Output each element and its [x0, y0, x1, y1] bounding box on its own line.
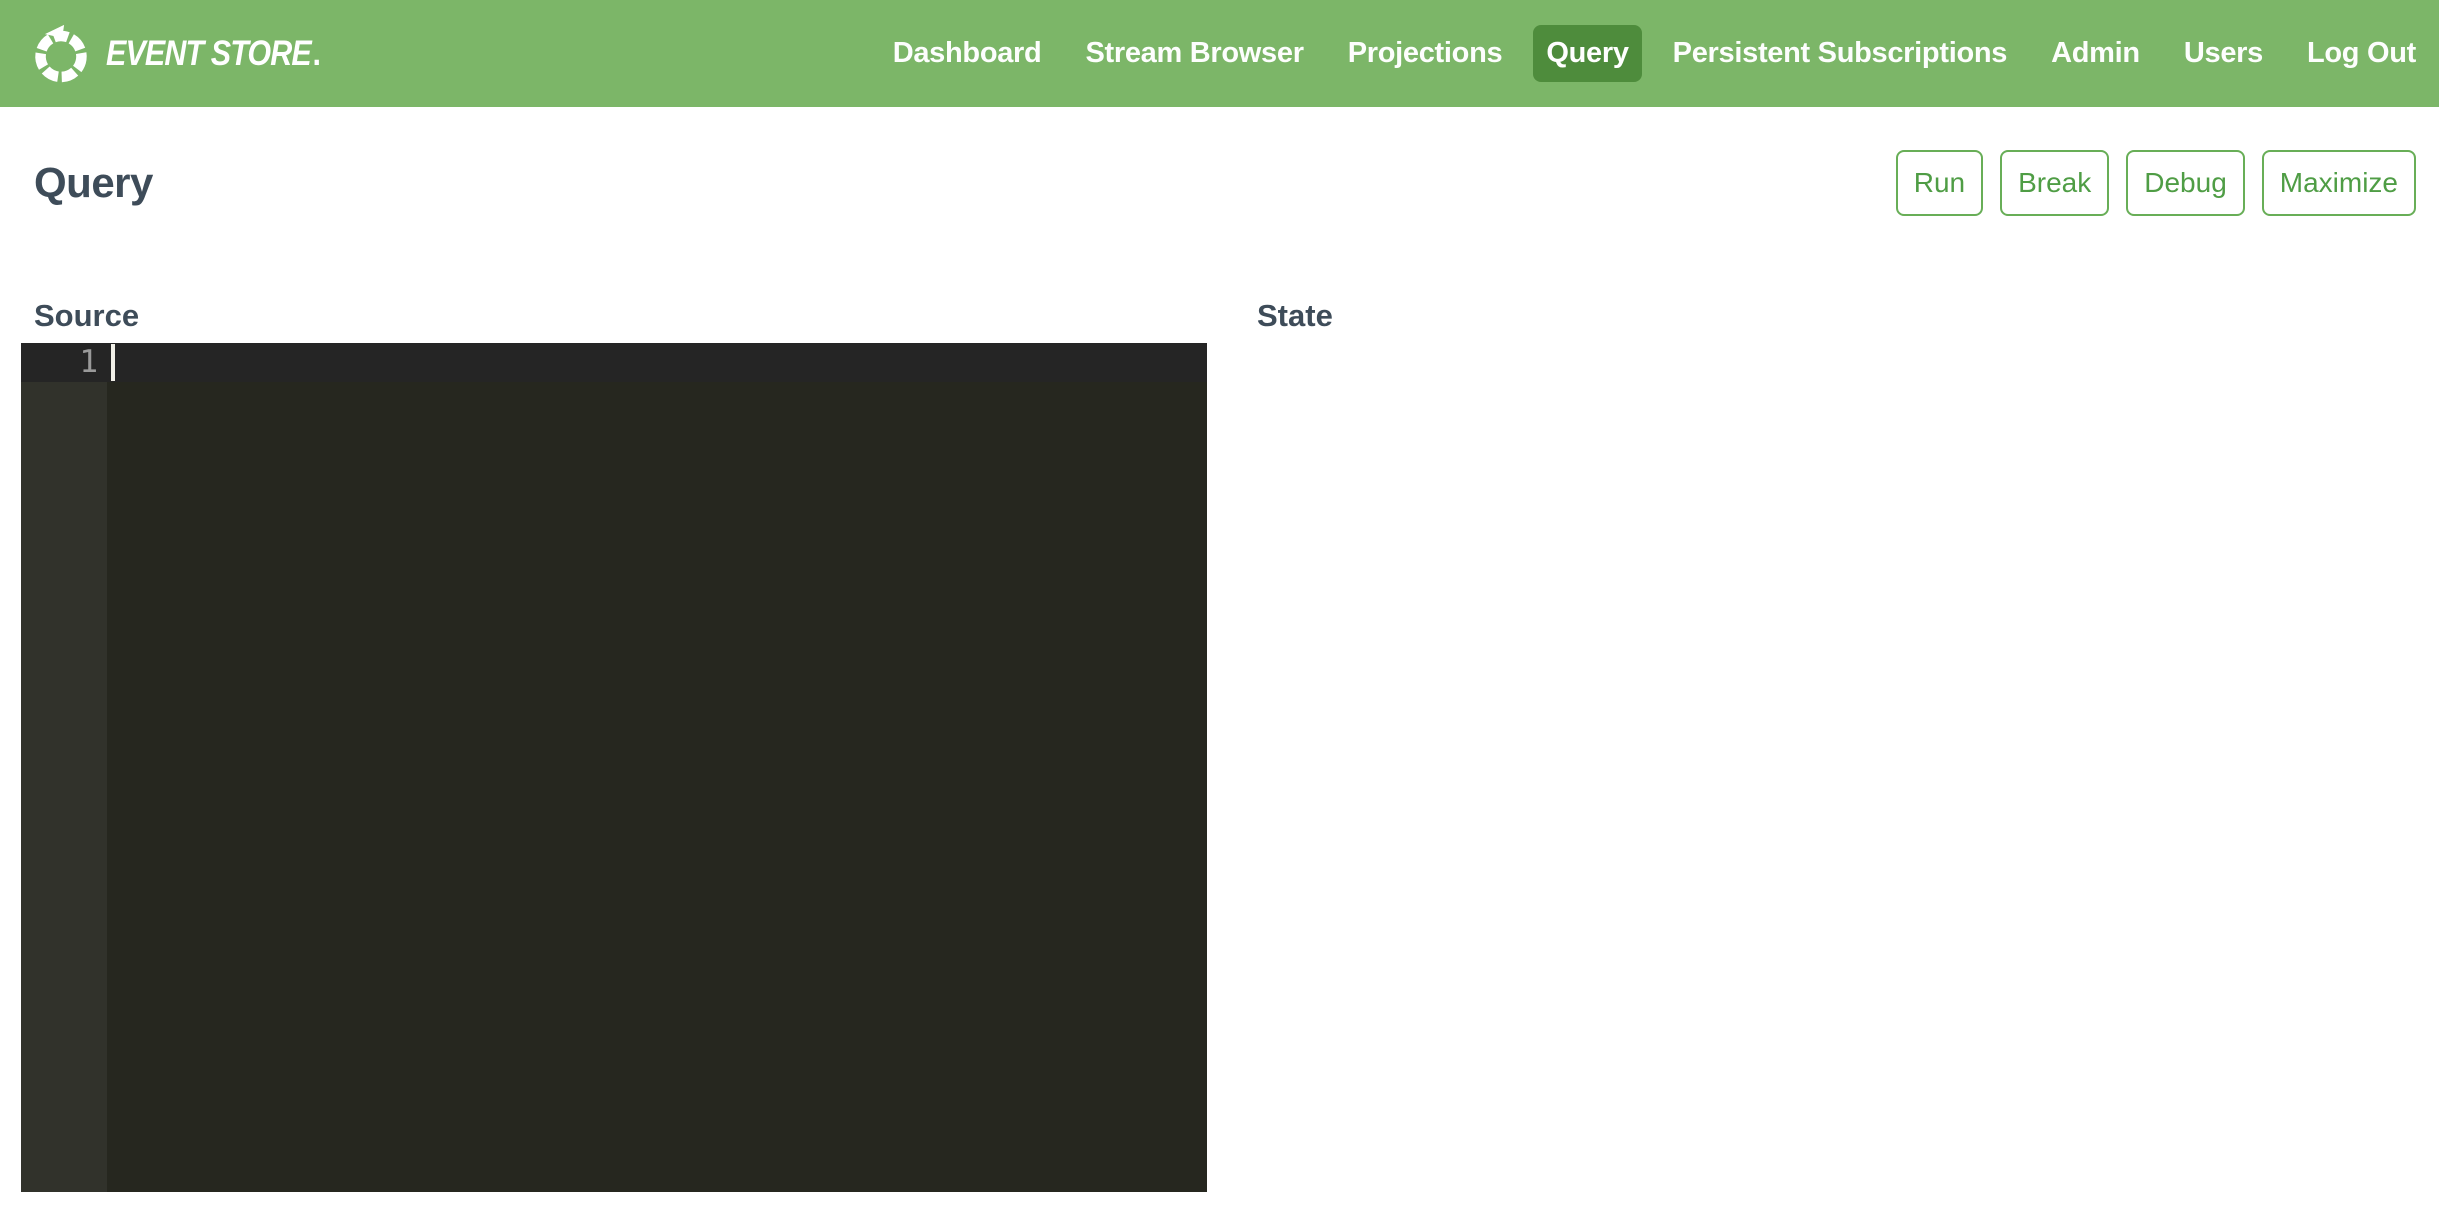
nav-item-users[interactable]: Users: [2184, 37, 2263, 70]
page-header: Query Run Break Debug Maximize: [34, 150, 2416, 216]
page-title: Query: [34, 159, 153, 207]
line-number: 1: [21, 343, 98, 382]
state-content: [1244, 343, 2416, 383]
editor-active-line[interactable]: 1: [21, 343, 1207, 382]
nav-item-stream-browser[interactable]: Stream Browser: [1085, 37, 1303, 70]
nav-menu: Dashboard Stream Browser Projections Que…: [849, 25, 2416, 82]
eventstore-logo-icon: [30, 23, 92, 85]
break-button[interactable]: Break: [2000, 150, 2109, 216]
nav-item-log-out[interactable]: Log Out: [2307, 37, 2416, 70]
state-label: State: [1257, 300, 2416, 331]
nav-item-query[interactable]: Query: [1533, 25, 1641, 82]
brand-link[interactable]: EVENT STORE .: [30, 23, 353, 85]
brand-trademark-dot: .: [313, 34, 321, 74]
debug-button[interactable]: Debug: [2126, 150, 2245, 216]
nav-item-dashboard[interactable]: Dashboard: [893, 37, 1042, 70]
editor-line-number-gutter: [21, 343, 107, 1192]
brand-name: EVENT STORE: [106, 34, 311, 74]
source-panel: Source 1: [21, 300, 1207, 1192]
query-source-editor[interactable]: 1: [21, 343, 1207, 1192]
panels-row: Source 1 State: [21, 300, 2416, 1192]
query-toolbar: Run Break Debug Maximize: [1896, 150, 2416, 216]
main-content: Query Run Break Debug Maximize Source 1 …: [0, 150, 2439, 1192]
nav-item-persistent-subscriptions[interactable]: Persistent Subscriptions: [1673, 37, 2007, 70]
maximize-button[interactable]: Maximize: [2262, 150, 2416, 216]
nav-item-projections[interactable]: Projections: [1348, 37, 1503, 70]
text-cursor: [111, 344, 115, 381]
run-button[interactable]: Run: [1896, 150, 1983, 216]
nav-item-admin[interactable]: Admin: [2051, 37, 2140, 70]
state-panel: State: [1244, 300, 2416, 1192]
top-navbar: EVENT STORE . Dashboard Stream Browser P…: [0, 0, 2439, 107]
source-label: Source: [34, 300, 1207, 331]
